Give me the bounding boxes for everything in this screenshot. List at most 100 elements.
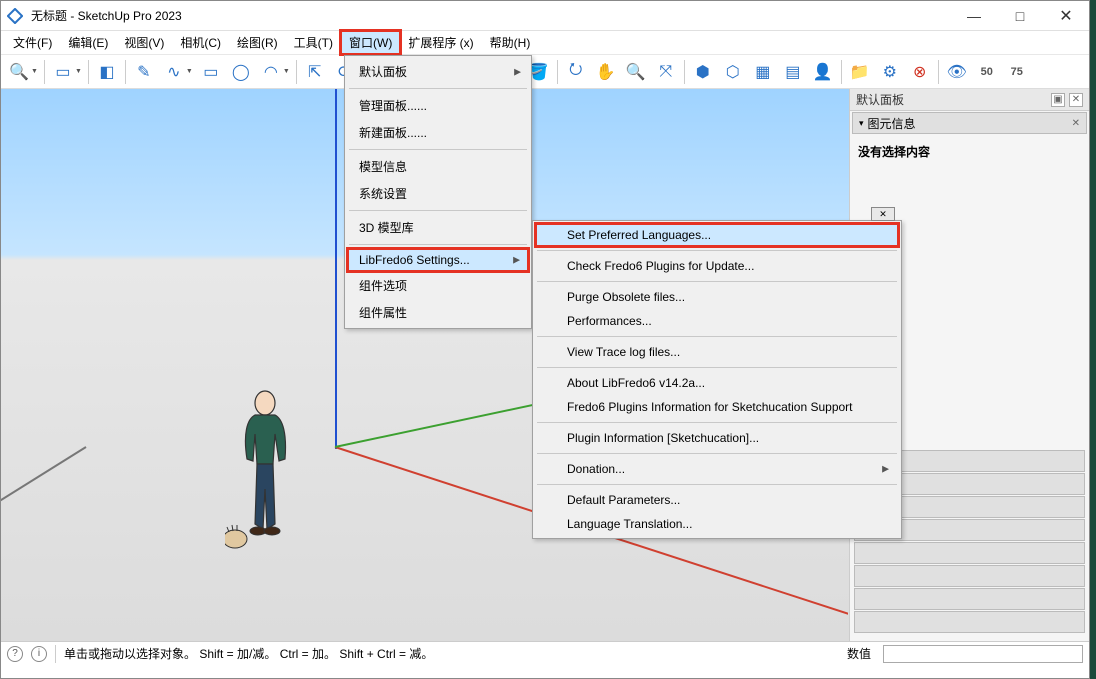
toolbar-separator: [88, 60, 89, 84]
menu-separator: [537, 453, 897, 454]
entity-info-section-header[interactable]: ▾ 图元信息 ✕: [852, 112, 1087, 134]
eye-icon[interactable]: 👁: [943, 58, 971, 86]
panel-pin-icon[interactable]: ▣: [1051, 93, 1065, 107]
menu-separator: [537, 367, 897, 368]
panel-close-icon[interactable]: ✕: [1069, 93, 1083, 107]
menu-item[interactable]: 组件属性: [347, 299, 529, 326]
menu-item[interactable]: 系统设置: [347, 180, 529, 207]
menu-绘图(R)[interactable]: 绘图(R): [229, 31, 286, 54]
zoom-ext-icon[interactable]: ⤧: [652, 58, 680, 86]
iso-icon[interactable]: ⬢: [689, 58, 717, 86]
sidepanel-row-5[interactable]: [854, 542, 1085, 564]
submenu-close-icon[interactable]: ✕: [871, 207, 895, 221]
iso2-icon[interactable]: ⬡: [719, 58, 747, 86]
section-icon[interactable]: ▦: [749, 58, 777, 86]
submenu-item[interactable]: About LibFredo6 v14.2a...: [535, 371, 899, 395]
menu-帮助(H)[interactable]: 帮助(H): [482, 31, 539, 54]
dropdown-arrow-icon[interactable]: ▼: [75, 68, 82, 75]
axis-blue: [335, 89, 337, 449]
sidepanel-row-6[interactable]: [854, 565, 1085, 587]
submenu-item[interactable]: Purge Obsolete files...: [535, 285, 899, 309]
folder-icon[interactable]: 📁: [846, 58, 874, 86]
value-input[interactable]: [883, 645, 1083, 663]
dropdown-arrow-icon[interactable]: ▼: [283, 68, 290, 75]
menu-separator: [349, 88, 527, 89]
menu-扩展程序 (x)[interactable]: 扩展程序 (x): [400, 31, 481, 54]
submenu-item[interactable]: Default Parameters...: [535, 488, 899, 512]
close-red-icon[interactable]: ⊗: [906, 58, 934, 86]
menu-相机(C)[interactable]: 相机(C): [172, 31, 229, 54]
section-close-icon[interactable]: ✕: [1072, 118, 1080, 129]
maximize-button[interactable]: □: [997, 1, 1043, 31]
close-button[interactable]: ✕: [1043, 1, 1089, 31]
menu-窗口(W)[interactable]: 窗口(W): [341, 31, 400, 54]
window-title: 无标题 - SketchUp Pro 2023: [31, 7, 951, 24]
value-label: 数值: [843, 645, 875, 662]
freehand-icon[interactable]: ∿: [160, 58, 188, 86]
eraser-icon[interactable]: ◧: [93, 58, 121, 86]
menu-item[interactable]: 默认面板▶: [347, 58, 529, 85]
panel-header[interactable]: 默认面板 ▣ ✕: [850, 89, 1089, 111]
minimize-button[interactable]: —: [951, 1, 997, 31]
menu-item[interactable]: 3D 模型库: [347, 214, 529, 241]
menu-separator: [349, 149, 527, 150]
collapse-arrow-icon: ▾: [859, 118, 864, 129]
menu-item[interactable]: 管理面板......: [347, 92, 529, 119]
menu-item[interactable]: 新建面板......: [347, 119, 529, 146]
orbit-icon[interactable]: ⭮: [562, 58, 590, 86]
rect-icon[interactable]: ▭: [197, 58, 225, 86]
menu-编辑(E)[interactable]: 编辑(E): [60, 31, 116, 54]
pan-icon[interactable]: ✋: [592, 58, 620, 86]
pencil-icon[interactable]: ✎: [130, 58, 158, 86]
select-icon[interactable]: ▭: [49, 58, 77, 86]
help-icon[interactable]: ?: [7, 646, 23, 662]
submenu-item[interactable]: Fredo6 Plugins Information for Sketchuca…: [535, 395, 899, 419]
submenu-item[interactable]: Language Translation...: [535, 512, 899, 536]
sidepanel-row-8[interactable]: [854, 611, 1085, 633]
menu-item[interactable]: LibFredo6 Settings...▶: [347, 248, 529, 272]
menu-工具(T)[interactable]: 工具(T): [286, 31, 341, 54]
status-divider: [55, 645, 56, 663]
dropdown-arrow-icon[interactable]: ▼: [186, 68, 193, 75]
n50-icon[interactable]: 50: [973, 58, 1001, 86]
toolbar-separator: [684, 60, 685, 84]
circle-icon[interactable]: ◯: [227, 58, 255, 86]
zoom-icon[interactable]: 🔍: [622, 58, 650, 86]
dropdown-arrow-icon[interactable]: ▼: [31, 68, 38, 75]
menu-item[interactable]: 模型信息: [347, 153, 529, 180]
submenu-item[interactable]: View Trace log files...: [535, 340, 899, 364]
submenu-arrow-icon: ▶: [513, 255, 520, 266]
statusbar: ? i 单击或拖动以选择对象。 Shift = 加/减。 Ctrl = 加。 S…: [1, 641, 1089, 665]
entity-info-content: 没有选择内容: [850, 135, 1089, 168]
menu-separator: [349, 244, 527, 245]
menu-separator: [537, 281, 897, 282]
person-icon[interactable]: 👤: [809, 58, 837, 86]
submenu-item[interactable]: Donation...▶: [535, 457, 899, 481]
info-icon[interactable]: i: [31, 646, 47, 662]
menu-视图(V)[interactable]: 视图(V): [116, 31, 172, 54]
titlebar: 无标题 - SketchUp Pro 2023 — □ ✕: [1, 1, 1089, 31]
toolbar-separator: [938, 60, 939, 84]
status-hint: 单击或拖动以选择对象。 Shift = 加/减。 Ctrl = 加。 Shift…: [64, 645, 835, 662]
window-menu-dropdown: 默认面板▶ 管理面板......新建面板...... 模型信息系统设置 3D 模型库 L…: [344, 55, 532, 329]
section2-icon[interactable]: ▤: [779, 58, 807, 86]
menu-separator: [349, 210, 527, 211]
submenu-item[interactable]: Performances...: [535, 309, 899, 333]
search-icon[interactable]: 🔍: [5, 58, 33, 86]
arc-icon[interactable]: ◠: [257, 58, 285, 86]
n75-icon[interactable]: 75: [1003, 58, 1031, 86]
sidepanel-row-7[interactable]: [854, 588, 1085, 610]
toolbar: 🔍▼▭▼◧✎∿▼▭◯◠▼⇱⟳✥↻⤢📏A🪣⭮✋🔍⤧⬢⬡▦▤👤📁⚙⊗👁5075: [1, 55, 1089, 89]
submenu-item[interactable]: Set Preferred Languages...: [535, 223, 899, 247]
menu-separator: [537, 422, 897, 423]
toolbar-separator: [296, 60, 297, 84]
menu-文件(F)[interactable]: 文件(F): [5, 31, 60, 54]
entity-info-title: 图元信息: [868, 115, 916, 132]
pushpull-icon[interactable]: ⇱: [301, 58, 329, 86]
menu-separator: [537, 250, 897, 251]
submenu-item[interactable]: Check Fredo6 Plugins for Update...: [535, 254, 899, 278]
submenu-item[interactable]: Plugin Information [Sketchucation]...: [535, 426, 899, 450]
gear-icon[interactable]: ⚙: [876, 58, 904, 86]
menu-item[interactable]: 组件选项: [347, 272, 529, 299]
toolbar-separator: [125, 60, 126, 84]
